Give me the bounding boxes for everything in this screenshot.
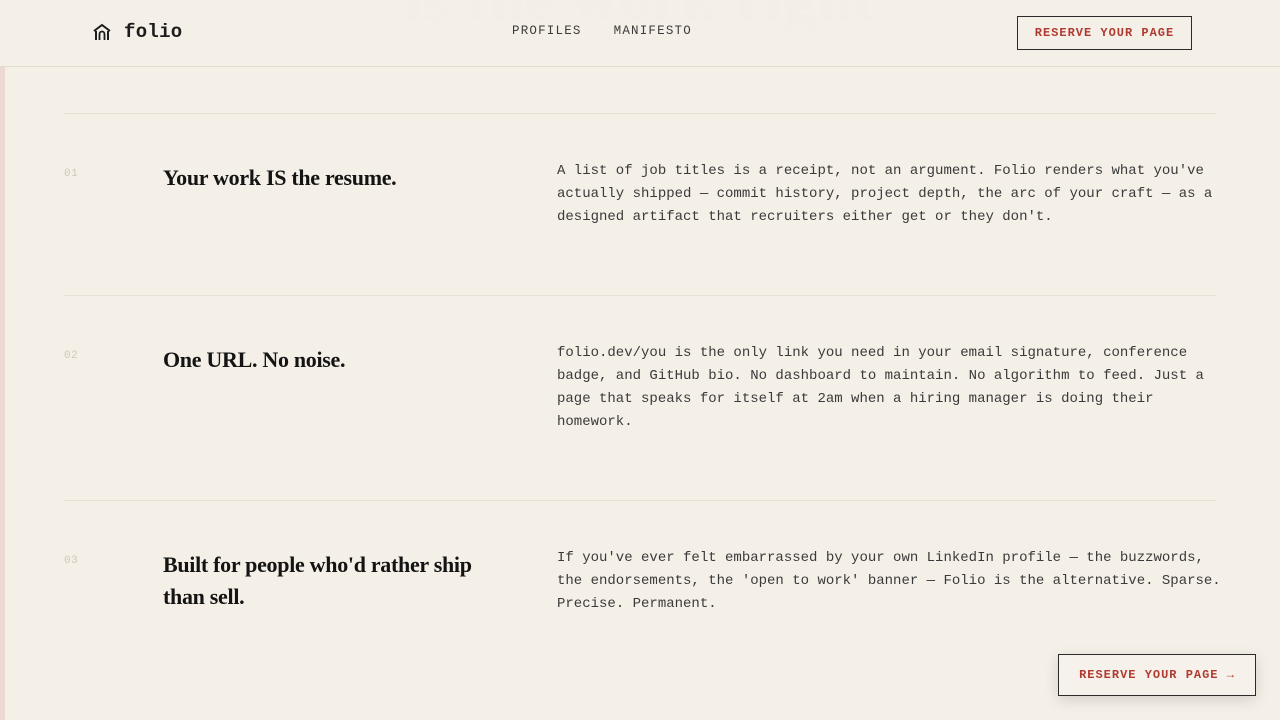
row-headline: Your work IS the resume. <box>163 165 397 190</box>
nav-link-manifesto[interactable]: MANIFESTO <box>614 24 692 38</box>
floating-reserve-button[interactable]: RESERVE YOUR PAGE → <box>1058 654 1256 696</box>
landing-page: is the work right folio PROFILES MANIFES… <box>0 0 1280 720</box>
brand-name: folio <box>124 21 183 43</box>
row-divider <box>64 113 1216 114</box>
row-headline: Built for people who'd rather ship than … <box>163 552 472 609</box>
row-divider <box>64 500 1216 501</box>
arch-house-icon <box>93 23 111 40</box>
row-body: If you've ever felt embarrassed by your … <box>557 550 1221 612</box>
site-header: folio PROFILES MANIFESTO RESERVE YOUR PA… <box>0 0 1280 67</box>
row-body: folio.dev/you is the only link you need … <box>557 345 1204 430</box>
row-number: 02 <box>64 350 79 362</box>
left-accent-rail <box>0 67 5 720</box>
nav-link-profiles[interactable]: PROFILES <box>512 24 582 38</box>
row-number: 01 <box>64 168 79 180</box>
row-number: 03 <box>64 555 79 567</box>
main-nav: PROFILES MANIFESTO <box>512 24 692 38</box>
row-headline: One URL. No noise. <box>163 347 346 372</box>
row-body: A list of job titles is a receipt, not a… <box>557 163 1213 225</box>
row-divider <box>64 295 1216 296</box>
brand-link[interactable]: folio <box>92 19 183 45</box>
reserve-page-button[interactable]: RESERVE YOUR PAGE <box>1017 16 1192 50</box>
